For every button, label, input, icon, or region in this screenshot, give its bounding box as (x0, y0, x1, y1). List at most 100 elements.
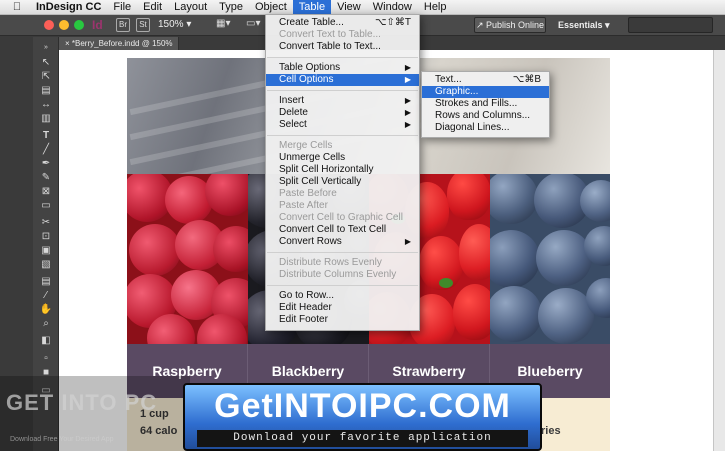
menu-file[interactable]: File (107, 0, 137, 15)
menu-help[interactable]: Help (418, 0, 453, 15)
menu-separator (267, 135, 418, 136)
free-transform-tool-icon[interactable]: ⊡ (39, 231, 53, 243)
zoom-level-select[interactable]: 150% ▾ (158, 17, 202, 33)
bridge-icon[interactable]: Br (116, 18, 130, 32)
rectangle-tool-icon[interactable]: ▭ (39, 200, 53, 212)
raspberry-photo[interactable] (127, 174, 248, 344)
pen-tool-icon[interactable]: ✒ (39, 158, 53, 170)
menu-window[interactable]: Window (367, 0, 418, 15)
submenu-item-text[interactable]: Text... ⌥⌘B (422, 74, 549, 86)
rectangle-frame-tool-icon[interactable]: ⊠ (39, 186, 53, 198)
menu-item-convert-cell-to-text-cell[interactable]: Convert Cell to Text Cell (266, 224, 419, 236)
menu-item-table-options[interactable]: Table Options ▶ (266, 62, 419, 74)
zoom-tool-icon[interactable]: ⌕ (39, 318, 53, 330)
convert-rows-label: Convert Rows (279, 236, 342, 247)
blueberry-photo[interactable] (490, 174, 610, 344)
apple-icon[interactable]:  (10, 1, 24, 13)
zoom-level-value: 150% (158, 19, 184, 30)
menu-item-convert-table-to-text[interactable]: Convert Table to Text... (266, 41, 419, 53)
menu-item-distribute-rows-evenly[interactable]: Distribute Rows Evenly (266, 257, 419, 269)
note-tool-icon[interactable]: ▤ (39, 276, 53, 288)
menu-table[interactable]: Table (292, 0, 332, 15)
hand-tool-icon[interactable]: ✋ (39, 304, 53, 316)
screen-mode-icon[interactable]: ▭▾ (246, 18, 260, 29)
page-tool-icon[interactable]: ▤ (39, 85, 53, 97)
menu-separator (267, 57, 418, 58)
submenu-arrow-icon: ▶ (404, 237, 411, 246)
menu-separator (267, 90, 418, 91)
menu-bar:  InDesign CC File Edit Layout Type Obje… (0, 0, 725, 15)
workspace-switcher[interactable]: Essentials ▾ (558, 17, 618, 33)
menu-object[interactable]: Object (249, 0, 293, 15)
create-table-label: Create Table... (279, 17, 344, 28)
gradient-feather-tool-icon[interactable]: ▧ (39, 259, 53, 271)
indesign-logo: Id (92, 18, 103, 32)
search-input[interactable] (628, 17, 713, 33)
eyedropper-tool-icon[interactable]: ⁄ (39, 290, 53, 302)
menu-item-paste-before[interactable]: Paste Before (266, 188, 419, 200)
watermark-badge-title: GetINTOIPC.COM (214, 387, 511, 425)
menu-item-paste-after[interactable]: Paste After (266, 200, 419, 212)
publish-online-button[interactable]: ↗ Publish Online (474, 17, 546, 33)
menu-layout[interactable]: Layout (168, 0, 213, 15)
menu-item-insert[interactable]: Insert ▶ (266, 95, 419, 107)
document-tab[interactable]: × *Berry_Before.indd @ 150% (59, 37, 179, 50)
menu-item-split-cell-horizontally[interactable]: Split Cell Horizontally (266, 164, 419, 176)
type-tool-icon[interactable]: T (39, 130, 53, 142)
submenu-item-strokes-and-fills[interactable]: Strokes and Fills... (422, 98, 549, 110)
pencil-tool-icon[interactable]: ✎ (39, 172, 53, 184)
submenu-item-rows-and-columns[interactable]: Rows and Columns... (422, 110, 549, 122)
submenu-item-graphic[interactable]: Graphic... (422, 86, 549, 98)
delete-label: Delete (279, 107, 308, 118)
menu-item-edit-header[interactable]: Edit Header (266, 302, 419, 314)
cell-options-label: Cell Options (279, 74, 334, 85)
menu-item-create-table[interactable]: Create Table... ⌥⇧⌘T (266, 17, 419, 29)
gradient-swatch-tool-icon[interactable]: ▣ (39, 245, 53, 257)
menu-item-edit-footer[interactable]: Edit Footer (266, 314, 419, 326)
zoom-window-button[interactable] (74, 20, 84, 30)
gap-tool-icon[interactable]: ↔ (39, 99, 53, 111)
menu-item-merge-cells[interactable]: Merge Cells (266, 140, 419, 152)
watermark-badge: GetINTOIPC.COM Download your favorite ap… (183, 383, 542, 451)
menu-item-split-cell-vertically[interactable]: Split Cell Vertically (266, 176, 419, 188)
vertical-scrollbar[interactable] (713, 50, 725, 451)
direct-selection-tool-icon[interactable]: ⇱ (39, 71, 53, 83)
watermark-badge-subtitle: Download your favorite application (197, 430, 528, 447)
text-options-shortcut: ⌥⌘B (512, 74, 541, 85)
watermark-left-subtitle: Download Free Your Desired App (10, 436, 114, 443)
collapse-panel-icon[interactable]: » (39, 42, 53, 54)
formatting-affects-container-icon[interactable]: ▫ (39, 353, 53, 365)
fill-stroke-swatch-icon[interactable]: ◧ (39, 335, 53, 347)
submenu-item-diagonal-lines[interactable]: Diagonal Lines... (422, 122, 549, 134)
close-window-button[interactable] (44, 20, 54, 30)
menu-view[interactable]: View (331, 0, 367, 15)
workspace-label: Essentials (558, 20, 603, 30)
selection-tool-icon[interactable]: ↖ (39, 57, 53, 69)
menu-app-name[interactable]: InDesign CC (30, 0, 107, 15)
scissors-tool-icon[interactable]: ✂ (39, 217, 53, 229)
menu-item-select[interactable]: Select ▶ (266, 119, 419, 131)
menu-item-convert-cell-to-graphic-cell[interactable]: Convert Cell to Graphic Cell (266, 212, 419, 224)
document-tab-title: *Berry_Before.indd @ 150% (71, 39, 173, 48)
stock-icon[interactable]: St (136, 18, 150, 32)
menu-item-distribute-columns-evenly[interactable]: Distribute Columns Evenly (266, 269, 419, 281)
menu-item-delete[interactable]: Delete ▶ (266, 107, 419, 119)
view-options-icon[interactable]: ▦▾ (216, 18, 230, 29)
menu-item-go-to-row[interactable]: Go to Row... (266, 290, 419, 302)
menu-edit[interactable]: Edit (137, 0, 168, 15)
menu-item-unmerge-cells[interactable]: Unmerge Cells (266, 152, 419, 164)
menu-item-convert-rows[interactable]: Convert Rows ▶ (266, 236, 419, 248)
insert-label: Insert (279, 95, 305, 106)
menu-type[interactable]: Type (213, 0, 249, 15)
publish-online-label: Publish Online (486, 20, 545, 30)
menu-item-convert-text-to-table[interactable]: Convert Text to Table... (266, 29, 419, 41)
menu-separator (267, 252, 418, 253)
table-menu: Create Table... ⌥⇧⌘T Convert Text to Tabl… (265, 14, 420, 331)
minimize-window-button[interactable] (59, 20, 69, 30)
line-tool-icon[interactable]: ╱ (39, 144, 53, 156)
content-collector-icon[interactable]: ▥ (39, 113, 53, 125)
menu-item-cell-options[interactable]: Cell Options ▶ (266, 74, 419, 86)
submenu-arrow-icon: ▶ (404, 75, 411, 84)
watermark-left-title: GET INTO PC (6, 390, 158, 415)
cell-options-submenu: Text... ⌥⌘B Graphic... Strokes and Fills.… (421, 71, 550, 138)
